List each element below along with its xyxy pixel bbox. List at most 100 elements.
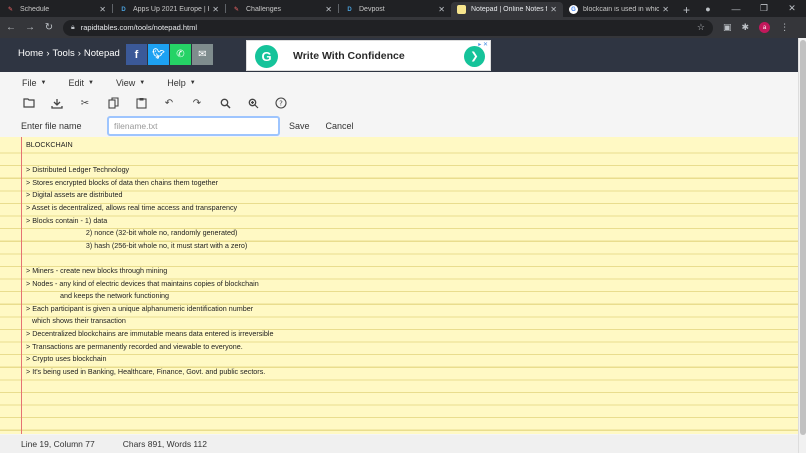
restore-icon[interactable]: ❐ bbox=[750, 3, 778, 14]
email-icon[interactable]: ✉ bbox=[192, 44, 213, 65]
note-line: > Decentralized blockchains are immutabl… bbox=[26, 328, 274, 338]
note-line: > Transactions are permanently recorded … bbox=[26, 341, 243, 351]
tab-search-icon[interactable]: ● bbox=[694, 4, 722, 14]
browser-tab-strip: ✎ Schedule ✕ D Apps Up 2021 Europe | Hu … bbox=[0, 0, 806, 17]
scrollbar-thumb[interactable] bbox=[800, 40, 806, 435]
tab-google-search[interactable]: G blockcain is used in which ✕ bbox=[563, 2, 675, 17]
adchoices-icon[interactable]: ▸ ✕ bbox=[478, 41, 488, 48]
note-line: > Each participant is given a unique alp… bbox=[26, 303, 254, 313]
paper-margin-line bbox=[21, 137, 22, 434]
caret-down-icon: ▼ bbox=[40, 80, 47, 86]
tab-schedule[interactable]: ✎ Schedule ✕ bbox=[0, 2, 112, 17]
download-icon[interactable] bbox=[43, 94, 71, 112]
extension-icon[interactable]: ▣ bbox=[723, 22, 732, 33]
tab-apps-up[interactable]: D Apps Up 2021 Europe | Hu ✕ bbox=[113, 2, 225, 17]
caret-down-icon: ▼ bbox=[189, 80, 196, 86]
social-share-buttons: f 🐦︎ ✆ ✉ bbox=[126, 44, 213, 65]
note-line: 2) nonce (32-bit whole no, randomly gene… bbox=[26, 228, 238, 238]
url-field[interactable]: 🔒︎ rapidtables.com/tools/notepad.html ☆ bbox=[63, 19, 713, 36]
back-icon[interactable]: ← bbox=[3, 20, 19, 36]
paste-icon[interactable] bbox=[127, 94, 155, 112]
window-close-icon[interactable]: ✕ bbox=[778, 3, 806, 14]
grammarly-ad-banner[interactable]: G Write With Confidence ❯ ▸ ✕ bbox=[246, 40, 491, 71]
note-line: > Stores encrypted blocks of data then c… bbox=[26, 177, 218, 187]
bookmark-star-icon[interactable]: ☆ bbox=[697, 22, 705, 33]
tab-title: Schedule bbox=[20, 6, 50, 13]
twitter-icon[interactable]: 🐦︎ bbox=[148, 44, 169, 65]
breadcrumb: Home › Tools › Notepad bbox=[18, 48, 120, 59]
breadcrumb-home[interactable]: Home bbox=[18, 48, 43, 59]
menu-help[interactable]: Help ▼ bbox=[167, 78, 195, 88]
menu-label: Edit bbox=[68, 78, 84, 88]
close-icon[interactable]: ✕ bbox=[662, 5, 669, 14]
filename-input[interactable] bbox=[107, 116, 280, 136]
tab-title: blockcain is used in which bbox=[583, 6, 660, 13]
caret-down-icon: ▼ bbox=[139, 80, 146, 86]
open-icon[interactable] bbox=[15, 94, 43, 112]
help-icon[interactable]: ? bbox=[267, 94, 295, 112]
forward-icon[interactable]: → bbox=[22, 20, 38, 36]
undo-icon[interactable]: ↶ bbox=[155, 94, 183, 112]
menu-label: View bbox=[115, 78, 136, 88]
minimize-icon[interactable]: — bbox=[722, 4, 750, 14]
svg-text:?: ? bbox=[279, 100, 283, 108]
close-icon[interactable]: ✕ bbox=[438, 5, 445, 14]
cut-icon[interactable]: ✂ bbox=[71, 94, 99, 112]
breadcrumb-separator: › bbox=[77, 48, 81, 59]
close-icon[interactable]: ✕ bbox=[325, 5, 332, 14]
menu-label: File bbox=[22, 78, 37, 88]
whatsapp-icon[interactable]: ✆ bbox=[170, 44, 191, 65]
breadcrumb-separator: › bbox=[46, 48, 50, 59]
close-icon[interactable]: ✕ bbox=[550, 5, 557, 14]
note-line: > Asset is decentralized, allows real ti… bbox=[26, 202, 238, 212]
tab-title: Apps Up 2021 Europe | Hu bbox=[133, 6, 210, 13]
copy-icon[interactable] bbox=[99, 94, 127, 112]
close-icon[interactable]: ✕ bbox=[212, 5, 219, 14]
reload-icon[interactable]: ↻ bbox=[41, 20, 57, 36]
tab-challenges[interactable]: ✎ Challenges ✕ bbox=[226, 2, 338, 17]
notepad-textarea[interactable]: BLOCKCHAIN > Distributed Ledger Technolo… bbox=[0, 137, 798, 434]
browser-menu-icon[interactable]: ⋮ bbox=[780, 22, 789, 33]
status-bar: Line 19, Column 77 Chars 891, Words 112 bbox=[0, 435, 798, 453]
cursor-position: Line 19, Column 77 bbox=[21, 439, 95, 449]
filename-label: Enter file name bbox=[21, 121, 82, 131]
facebook-icon[interactable]: f bbox=[126, 44, 147, 65]
note-line: > Crypto uses blockchain bbox=[26, 354, 107, 364]
notepad-icon bbox=[457, 5, 466, 14]
note-line: > Blocks contain - 1) data bbox=[26, 215, 108, 225]
tab-devpost[interactable]: D Devpost ✕ bbox=[339, 2, 451, 17]
char-word-count: Chars 891, Words 112 bbox=[122, 439, 207, 449]
cancel-button[interactable]: Cancel bbox=[324, 119, 356, 133]
hackathon-icon: ✎ bbox=[7, 7, 14, 13]
note-line bbox=[26, 252, 274, 265]
save-button[interactable]: Save bbox=[287, 119, 312, 133]
menu-view[interactable]: View ▼ bbox=[116, 78, 145, 88]
note-line: > Distributed Ledger Technology bbox=[26, 165, 130, 175]
page-scrollbar[interactable] bbox=[798, 38, 806, 453]
chevron-right-icon[interactable]: ❯ bbox=[464, 46, 485, 67]
filename-row: Enter file name Save Cancel bbox=[0, 115, 798, 137]
menu-file[interactable]: File ▼ bbox=[22, 78, 46, 88]
menu-edit[interactable]: Edit ▼ bbox=[68, 78, 93, 88]
profile-avatar[interactable]: a bbox=[759, 22, 771, 33]
redo-icon[interactable]: ↷ bbox=[183, 94, 211, 112]
close-icon[interactable]: ✕ bbox=[99, 5, 106, 14]
zoom-icon[interactable] bbox=[239, 94, 267, 112]
devpost-icon: D bbox=[121, 6, 126, 13]
ad-text: Write With Confidence bbox=[293, 50, 405, 62]
search-icon[interactable] bbox=[211, 94, 239, 112]
menu-bar: File ▼ Edit ▼ View ▼ Help ▼ bbox=[0, 74, 798, 92]
note-line: and keeps the network functioning bbox=[26, 291, 170, 301]
lock-icon[interactable]: 🔒︎ bbox=[71, 24, 75, 32]
site-header: Home › Tools › Notepad f 🐦︎ ✆ ✉ G Write With… bbox=[0, 38, 798, 72]
note-line: > Nodes - any kind of electric devices t… bbox=[26, 278, 259, 288]
breadcrumb-tools[interactable]: Tools bbox=[53, 48, 75, 59]
puzzle-extensions-icon[interactable]: ✱ bbox=[742, 22, 750, 33]
note-line: which shows their transaction bbox=[26, 316, 126, 326]
note-line: BLOCKCHAIN bbox=[26, 140, 73, 149]
tab-notepad[interactable]: Notepad | Online Notes fre ✕ bbox=[451, 2, 563, 17]
note-line: > Digital assets are distributed bbox=[26, 190, 123, 200]
note-line: 3) hash (256-bit whole no, it must start… bbox=[26, 240, 248, 250]
address-bar: ← → ↻ 🔒︎ rapidtables.com/tools/notepad.h… bbox=[0, 17, 806, 38]
google-icon: G bbox=[569, 5, 578, 14]
